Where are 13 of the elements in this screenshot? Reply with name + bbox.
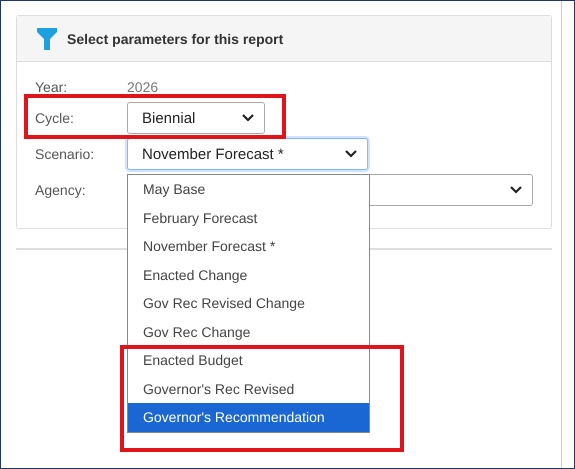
chevron-down-icon [345,150,357,158]
chevron-down-icon [510,186,522,194]
dropdown-option[interactable]: Governor's Recommendation [128,403,369,432]
year-value: 2026 [127,79,158,95]
dropdown-select[interactable]: Biennial [127,102,265,134]
field-label: Scenario: [35,146,96,162]
field-label: Agency: [35,182,87,198]
field-label: Cycle: [35,110,75,126]
filter-icon [37,28,57,50]
chevron-down-icon [242,114,254,122]
dropdown-select[interactable]: November Forecast * [127,138,368,170]
field-label: Year: [35,79,68,95]
panel-title: Select parameters for this report [67,30,284,46]
